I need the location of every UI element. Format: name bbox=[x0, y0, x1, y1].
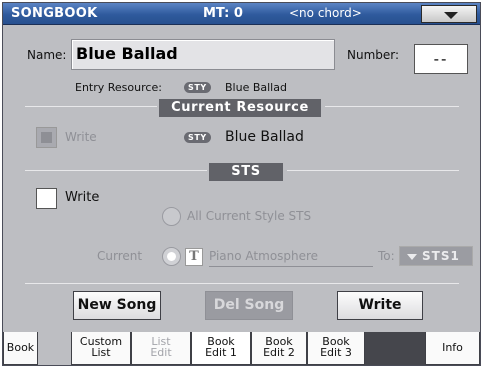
page-tab-bar: Book Custom List List Edit Book Edit 1 B… bbox=[3, 332, 480, 365]
del-song-button[interactable]: Del Song bbox=[205, 291, 293, 320]
all-current-style-sts-label: All Current Style STS bbox=[187, 209, 312, 223]
current-sts-radio[interactable] bbox=[162, 247, 181, 266]
dropdown-arrow-icon bbox=[407, 254, 417, 260]
number-field[interactable]: -- bbox=[414, 44, 468, 74]
tab-info[interactable]: Info bbox=[425, 332, 480, 365]
master-transpose-readout: MT: 0 bbox=[203, 6, 243, 21]
tab-label: List bbox=[91, 346, 111, 359]
number-label: Number: bbox=[347, 48, 400, 62]
to-label: To: bbox=[378, 249, 395, 263]
tab-label: Edit 3 bbox=[320, 346, 352, 359]
text-type-icon: T bbox=[185, 248, 203, 266]
current-resource-header: Current Resource bbox=[159, 99, 321, 117]
menu-arrow-icon bbox=[444, 12, 458, 19]
divider bbox=[25, 283, 459, 284]
current-sts-name-field[interactable]: Piano Atmosphere bbox=[209, 247, 373, 267]
tab-label: Edit 2 bbox=[263, 346, 295, 359]
tab-label: Info bbox=[442, 341, 463, 354]
tab-label: Edit bbox=[150, 346, 172, 359]
current-resource-value: Blue Ballad bbox=[225, 129, 304, 145]
entry-resource-label: Entry Resource: bbox=[75, 81, 162, 94]
chord-readout: <no chord> bbox=[289, 6, 362, 20]
sts-header: STS bbox=[209, 163, 283, 181]
divider bbox=[325, 106, 459, 107]
style-badge: STY bbox=[184, 82, 211, 93]
tab-spacer bbox=[365, 332, 425, 365]
tab-custom-list[interactable]: Custom List bbox=[71, 332, 131, 365]
divider bbox=[25, 106, 157, 107]
current-resource-write-label: Write bbox=[65, 130, 97, 144]
divider bbox=[287, 170, 459, 171]
title-bar: SONGBOOK MT: 0 <no chord> bbox=[3, 3, 480, 25]
new-song-button[interactable]: New Song bbox=[73, 291, 161, 320]
current-sts-label: Current bbox=[97, 249, 143, 263]
sts-write-label: Write bbox=[65, 190, 100, 205]
tab-label: Edit 1 bbox=[205, 346, 237, 359]
divider bbox=[25, 170, 207, 171]
sts-write-checkbox[interactable] bbox=[36, 188, 57, 209]
current-resource-write-checkbox[interactable] bbox=[36, 127, 57, 148]
tab-list-edit[interactable]: List Edit bbox=[131, 332, 191, 365]
name-field[interactable]: Blue Ballad bbox=[71, 39, 335, 70]
tab-book[interactable]: Book bbox=[3, 332, 38, 365]
tab-book-edit-1[interactable]: Book Edit 1 bbox=[191, 332, 251, 365]
style-badge: STY bbox=[184, 132, 211, 143]
all-current-style-sts-radio[interactable] bbox=[162, 207, 181, 226]
name-label: Name: bbox=[27, 48, 67, 62]
tab-label: Book bbox=[6, 341, 35, 354]
songbook-window: SONGBOOK MT: 0 <no chord> Name: Blue Bal… bbox=[2, 2, 481, 366]
to-sts-selector[interactable]: STS1 bbox=[399, 246, 473, 266]
tab-book-edit-2[interactable]: Book Edit 2 bbox=[251, 332, 307, 365]
to-sts-value: STS1 bbox=[422, 249, 460, 263]
page-menu-button[interactable] bbox=[421, 5, 477, 23]
tab-book-edit-3[interactable]: Book Edit 3 bbox=[307, 332, 365, 365]
page-title: SONGBOOK bbox=[11, 6, 98, 21]
entry-resource-value: Blue Ballad bbox=[225, 81, 287, 94]
write-button[interactable]: Write bbox=[337, 291, 423, 320]
